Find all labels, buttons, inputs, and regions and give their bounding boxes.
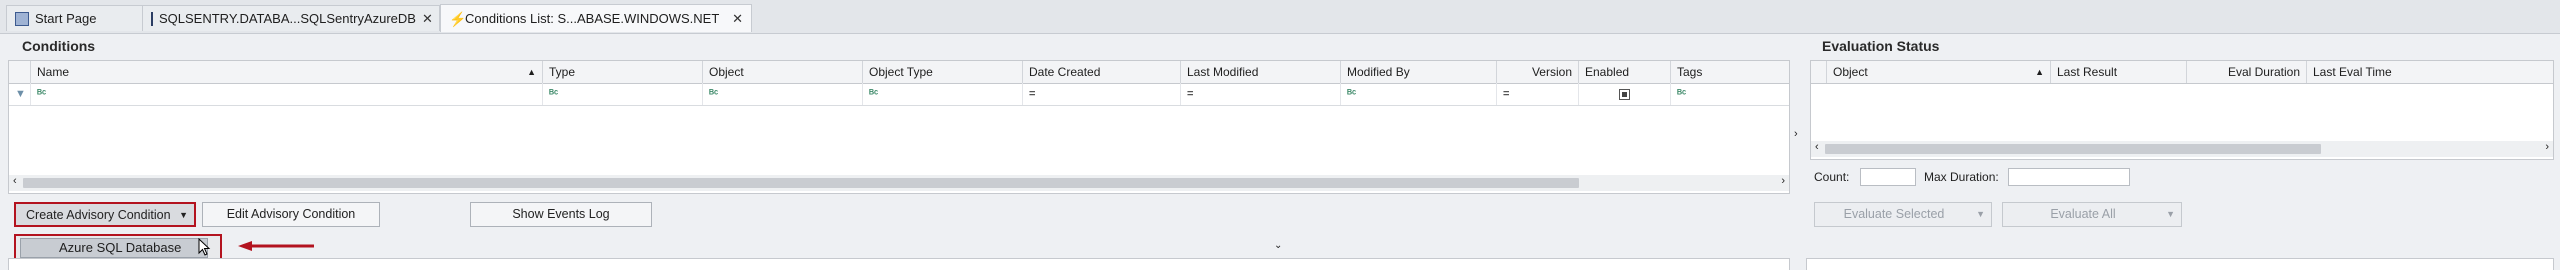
- sort-ascending-icon: ▲: [2035, 67, 2044, 77]
- filter-type[interactable]: ᴮᶜ: [543, 83, 703, 105]
- column-header-name[interactable]: Name ▲: [31, 61, 543, 83]
- checkbox-icon: [1619, 89, 1630, 100]
- column-header-last-modified[interactable]: Last Modified: [1181, 61, 1341, 83]
- scroll-left-icon[interactable]: ‹: [13, 175, 17, 187]
- filter-enabled[interactable]: [1579, 83, 1671, 105]
- close-icon[interactable]: ✕: [422, 11, 433, 27]
- annotation-arrow-icon: [238, 241, 314, 251]
- filter-tags[interactable]: ᴮᶜ: [1671, 83, 1789, 105]
- row-indicator-header: [1811, 61, 1827, 83]
- conditions-grid: Name ▲ Type Object Object Type Date Crea…: [8, 60, 1790, 194]
- row-indicator-header: [9, 61, 31, 83]
- database-icon: [151, 11, 153, 26]
- lower-panel-right: [1806, 258, 2554, 270]
- column-header-tags[interactable]: Tags: [1671, 61, 1789, 83]
- horizontal-scrollbar[interactable]: ‹ ›: [1811, 141, 2553, 157]
- horizontal-scrollbar[interactable]: ‹ ›: [9, 175, 1789, 191]
- filter-icon: ▼: [9, 83, 31, 105]
- page-icon: [15, 11, 29, 26]
- column-header-object[interactable]: Object ▲: [1827, 61, 2051, 83]
- column-header-object-type[interactable]: Object Type: [863, 61, 1023, 83]
- dropdown-arrow-icon: ▼: [1976, 209, 1985, 219]
- edit-advisory-condition-button[interactable]: Edit Advisory Condition: [202, 202, 380, 227]
- tab-label: SQLSENTRY.DATABA...SQLSentryAzureDB: [159, 11, 416, 26]
- filter-object-type[interactable]: ᴮᶜ: [863, 83, 1023, 105]
- evaluate-selected-button: Evaluate Selected ▼: [1814, 202, 1992, 227]
- evaluation-grid: Object ▲ Last Result Eval Duration Last …: [1810, 60, 2554, 160]
- column-header-modified-by[interactable]: Modified By: [1341, 61, 1497, 83]
- filter-row: ▼ ᴮᶜ ᴮᶜ ᴮᶜ ᴮᶜ = = ᴮᶜ = ᴮᶜ: [9, 83, 1789, 106]
- filter-object[interactable]: ᴮᶜ: [703, 83, 863, 105]
- dropdown-arrow-icon[interactable]: ▼: [179, 204, 188, 227]
- column-header-object[interactable]: Object: [703, 61, 863, 83]
- max-duration-field: [2008, 168, 2130, 186]
- filter-name[interactable]: ᴮᶜ: [31, 83, 543, 105]
- menu-item-azure-sql-database[interactable]: Azure SQL Database: [20, 238, 208, 258]
- column-header-version[interactable]: Version: [1497, 61, 1579, 83]
- scroll-right-icon[interactable]: ›: [1781, 175, 1785, 187]
- scroll-right-icon[interactable]: ›: [2545, 141, 2549, 153]
- button-label: Evaluate All: [2050, 207, 2116, 221]
- close-icon[interactable]: ✕: [732, 11, 743, 27]
- filter-version[interactable]: =: [1497, 83, 1579, 105]
- tab-database[interactable]: SQLSENTRY.DATABA...SQLSentryAzureDB ✕: [142, 5, 440, 31]
- evaluation-status-title: Evaluation Status: [1822, 38, 1940, 54]
- expand-right-icon[interactable]: ›: [1794, 128, 1798, 140]
- tab-start-page[interactable]: Start Page: [6, 5, 148, 31]
- filter-date-created[interactable]: =: [1023, 83, 1181, 105]
- button-label: Create Advisory Condition: [26, 208, 171, 222]
- filter-last-modified[interactable]: =: [1181, 83, 1341, 105]
- create-advisory-condition-button[interactable]: Create Advisory Condition ▼: [14, 202, 196, 227]
- scrollbar-thumb[interactable]: [23, 178, 1579, 188]
- count-label: Count:: [1814, 170, 1850, 184]
- tab-conditions-list[interactable]: ⚡ Conditions List: S...ABASE.WINDOWS.NET…: [440, 4, 752, 32]
- count-field: [1860, 168, 1916, 186]
- column-header-eval-duration[interactable]: Eval Duration: [2187, 61, 2307, 83]
- filter-modified-by[interactable]: ᴮᶜ: [1341, 83, 1497, 105]
- sort-ascending-icon: ▲: [527, 67, 536, 77]
- create-condition-dropdown-menu: Azure SQL Database: [14, 234, 222, 260]
- lightning-icon: ⚡: [449, 10, 467, 27]
- show-events-log-button[interactable]: Show Events Log: [470, 202, 652, 227]
- mouse-cursor-icon: [198, 237, 212, 260]
- max-duration-label: Max Duration:: [1924, 170, 1999, 184]
- evaluation-grid-header: Object ▲ Last Result Eval Duration Last …: [1811, 61, 2553, 84]
- column-header-last-eval-time[interactable]: Last Eval Time: [2307, 61, 2553, 83]
- column-label: Object: [1833, 65, 1868, 79]
- collapse-down-icon[interactable]: ⌄: [1274, 240, 1282, 251]
- column-header-last-result[interactable]: Last Result: [2051, 61, 2187, 83]
- conditions-title: Conditions: [22, 38, 96, 54]
- grid-header: Name ▲ Type Object Object Type Date Crea…: [9, 61, 1789, 84]
- lower-panel-left: [8, 258, 1790, 270]
- scrollbar-thumb[interactable]: [1825, 144, 2321, 154]
- dropdown-arrow-icon: ▼: [2166, 209, 2175, 219]
- scroll-left-icon[interactable]: ‹: [1815, 141, 1819, 153]
- tab-label: Start Page: [35, 11, 97, 26]
- column-label: Name: [37, 65, 70, 79]
- tab-label: Conditions List: S...ABASE.WINDOWS.NET: [465, 11, 720, 26]
- column-header-enabled[interactable]: Enabled: [1579, 61, 1671, 83]
- evaluate-all-button: Evaluate All ▼: [2002, 202, 2182, 227]
- button-label: Evaluate Selected: [1843, 207, 1945, 221]
- column-header-type[interactable]: Type: [543, 61, 703, 83]
- column-header-date-created[interactable]: Date Created: [1023, 61, 1181, 83]
